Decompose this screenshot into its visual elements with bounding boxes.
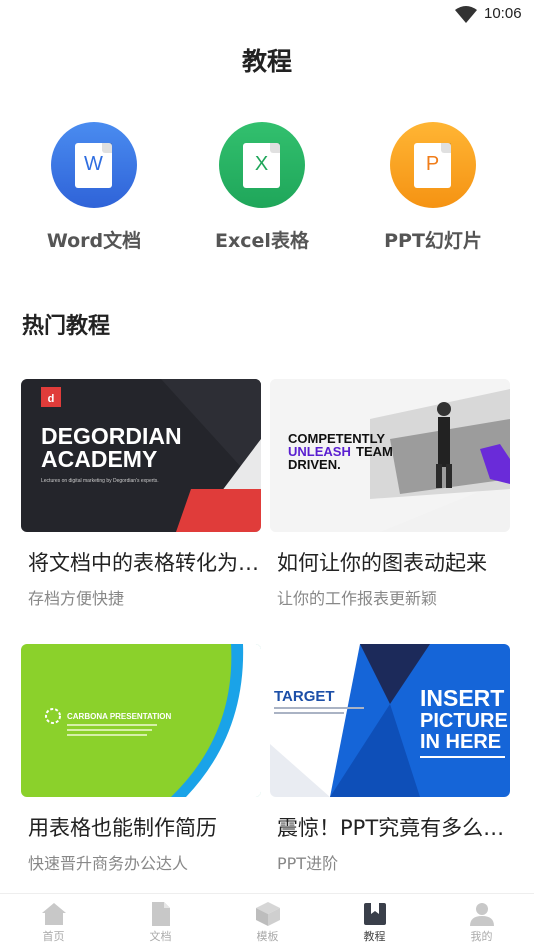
category-excel[interactable]: X Excel表格 [187,120,337,253]
category-word[interactable]: W Word文档 [19,120,169,253]
category-label: PPT幻灯片 [384,230,482,252]
tutorial-subtitle: 快速晋升商务办公达人 [28,854,189,873]
tab-profile[interactable]: 我的 [428,894,534,949]
home-icon [41,903,66,925]
thumb-text: PICTURE [420,710,508,732]
tutorial-card[interactable]: COMPETENTLY UNLEASH TEAM DRIVEN. 如何让你的图表… [270,379,510,609]
thumb-text: ACADEMY [41,446,157,472]
tutorial-title: 如何让你的图表动起来 [277,551,487,575]
page-title: 教程 [241,47,292,76]
status-bar: 10:06 [0,0,534,30]
tutorial-title: 震惊！PPT究竟有多么… [277,816,505,840]
thumb-text: TEAM [356,444,393,459]
tab-label: 教程 [363,930,386,943]
tutorial-title: 用表格也能制作简历 [28,816,217,840]
excel-icon: X [219,122,305,208]
svg-text:d: d [48,393,55,405]
tab-document[interactable]: 文档 [107,894,214,949]
tab-template[interactable]: 模板 [214,894,321,949]
tutorial-subtitle: 存档方便快捷 [28,589,125,608]
tutorial-thumbnail: COMPETENTLY UNLEASH TEAM DRIVEN. [270,379,510,532]
thumb-caption: Lectures on digital marketing by Degordi… [41,478,159,484]
category-ppt[interactable]: P PPT幻灯片 [358,120,508,253]
template-icon [255,902,280,926]
tutorial-card[interactable]: CARBONA PRESENTATION 用表格也能制作简历 快速晋升商务办公达… [21,644,261,874]
section-title: 热门教程 [22,314,111,339]
bottom-tab-bar: 首页 文档 模板 教程 我的 [0,893,534,949]
word-icon: W [51,122,137,208]
tutorial-subtitle: 让你的工作报表更新颖 [277,589,438,608]
tutorial-subtitle: PPT进阶 [277,854,339,873]
tab-home[interactable]: 首页 [0,894,107,949]
tab-label: 模板 [256,930,279,943]
profile-icon [469,903,494,926]
tutorial-card[interactable]: d DEGORDIAN ACADEMY Lectures on digital … [21,379,261,609]
tutorial-thumbnail: TARGET INSERT PICTURE IN HERE [270,644,510,797]
thumb-text: TARGET [274,688,335,705]
tutorial-card[interactable]: TARGET INSERT PICTURE IN HERE 震惊！PPT究竟有多… [270,644,510,874]
tutorial-icon [363,903,386,925]
tutorial-thumbnail: d DEGORDIAN ACADEMY Lectures on digital … [21,379,261,532]
tutorial-thumbnail: CARBONA PRESENTATION [21,644,261,797]
document-icon [151,902,170,926]
category-label: Excel表格 [215,230,309,252]
thumb-text: IN HERE [420,731,501,753]
ppt-icon: P [390,122,476,208]
tab-label: 首页 [42,930,65,943]
thumb-text: CARBONA PRESENTATION [67,712,172,721]
category-label: Word文档 [46,230,142,252]
thumb-text: DRIVEN. [288,457,341,472]
category-row: W Word文档 X Excel表格 P PPT幻灯片 [0,120,534,260]
tutorial-title: 将文档中的表格转化为… [28,551,259,575]
tab-label: 我的 [470,930,493,943]
status-time: 10:06 [484,5,522,22]
tab-label: 文档 [149,930,172,943]
tab-tutorial[interactable]: 教程 [321,894,428,949]
thumb-text: INSERT [420,685,504,711]
wifi-icon [455,6,477,23]
